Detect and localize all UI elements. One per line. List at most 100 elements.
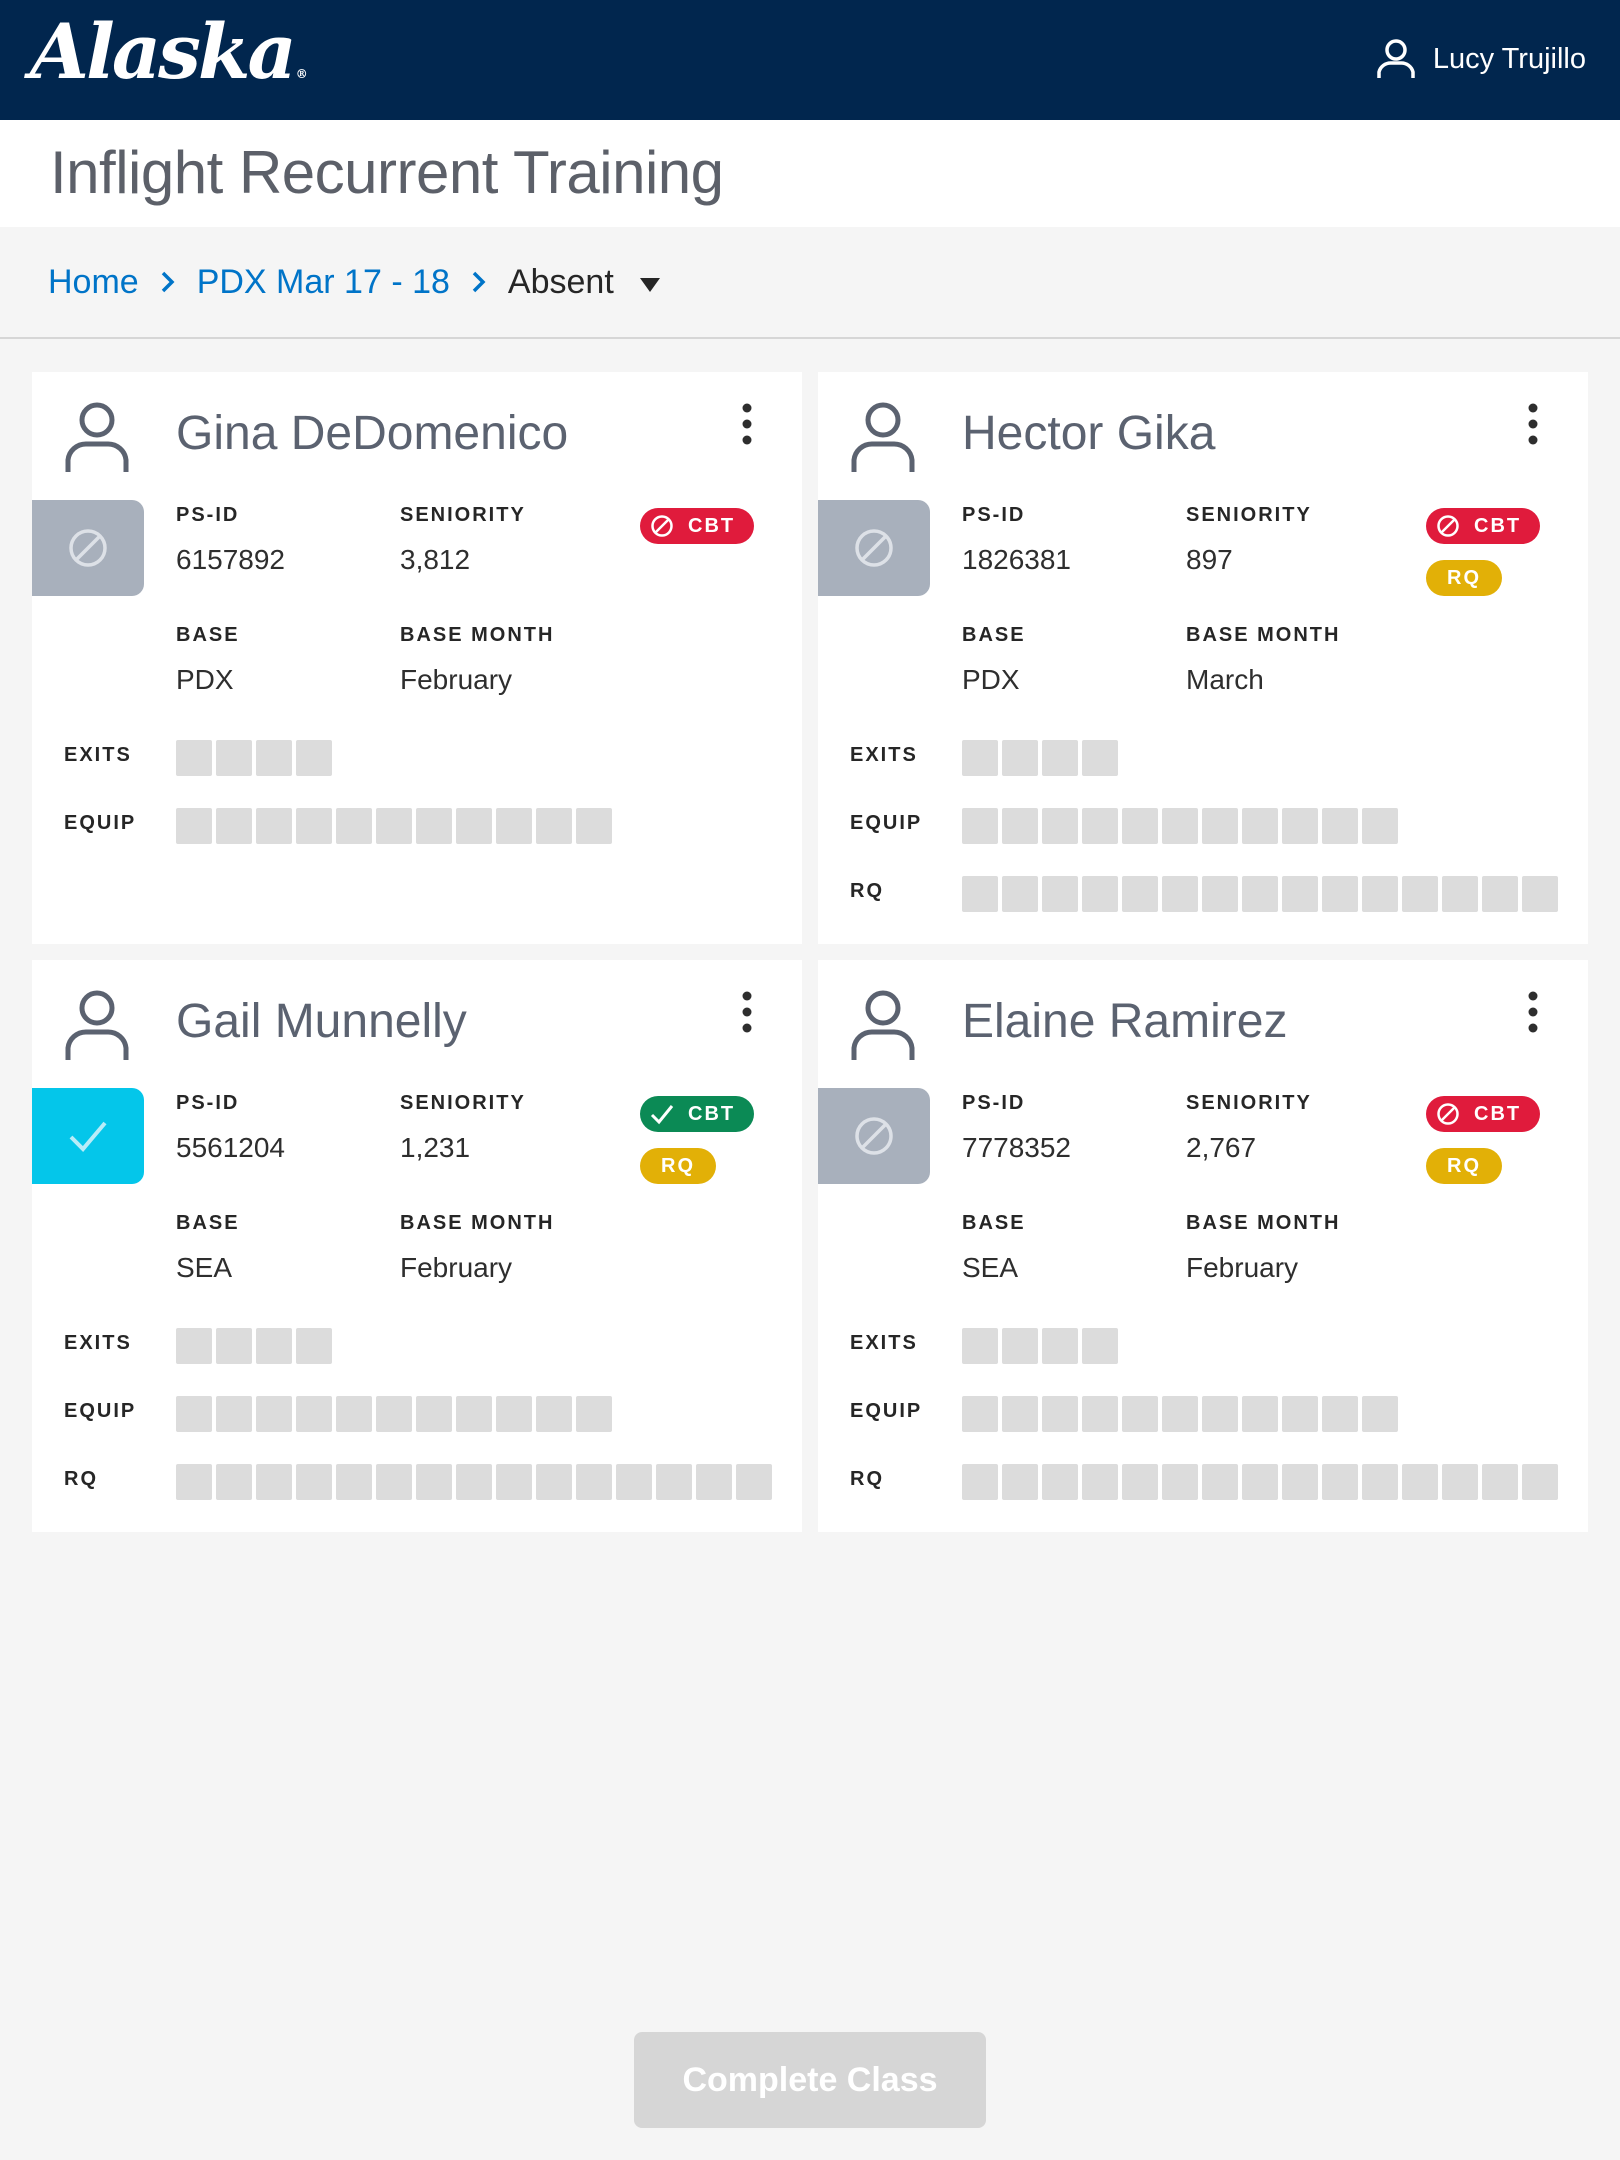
progress-block <box>536 1464 572 1500</box>
base-value: PDX <box>176 664 234 695</box>
trainee-card[interactable]: Hector Gika PS-ID 1826381 SENIORITY 897 BASE P… <box>818 372 1588 944</box>
progress-block <box>296 740 332 776</box>
rq-row-label: RQ <box>850 880 884 902</box>
progress-block <box>962 1464 998 1500</box>
base-month-label: BASE MONTH <box>400 1212 555 1234</box>
more-vertical-icon[interactable] <box>740 402 754 446</box>
progress-block <box>1522 876 1558 912</box>
progress-block <box>962 1396 998 1432</box>
more-vertical-icon[interactable] <box>1526 402 1540 446</box>
rq-progress <box>962 876 1562 912</box>
progress-block <box>296 1396 332 1432</box>
progress-block <box>176 1328 212 1364</box>
progress-block <box>1082 1328 1118 1364</box>
base-label: BASE <box>176 1212 240 1234</box>
progress-block <box>176 808 212 844</box>
progress-block <box>496 808 532 844</box>
progress-block <box>296 1464 332 1500</box>
person-icon <box>851 990 915 1060</box>
equip-progress <box>176 808 616 844</box>
attendance-filter-label: Absent <box>507 262 614 301</box>
progress-block <box>376 808 412 844</box>
exits-label: EXITS <box>850 744 918 766</box>
progress-block <box>536 1396 572 1432</box>
exits-progress <box>176 1328 336 1364</box>
seniority-label: SENIORITY <box>1186 1092 1312 1114</box>
progress-block <box>1202 808 1238 844</box>
more-vertical-icon[interactable] <box>1526 990 1540 1034</box>
progress-block <box>1042 1464 1078 1500</box>
progress-block <box>616 1464 652 1500</box>
progress-block <box>1162 876 1198 912</box>
cbt-badge-label: CBT <box>688 1102 736 1125</box>
base-value: SEA <box>962 1252 1019 1283</box>
rq-badge-label: RQ <box>661 1154 695 1177</box>
progress-block <box>1042 808 1078 844</box>
trainee-name: Gail Munnelly <box>176 995 467 1048</box>
trainee-card[interactable]: Gail Munnelly PS-ID 5561204 SENIORITY 1,231 B… <box>32 960 802 1532</box>
exits-label: EXITS <box>64 744 132 766</box>
absent-icon <box>855 529 893 567</box>
seniority-value: 2,767 <box>1186 1132 1257 1163</box>
progress-block <box>1042 876 1078 912</box>
progress-block <box>1202 876 1238 912</box>
progress-block <box>576 1464 612 1500</box>
attendance-toggle[interactable] <box>32 500 144 596</box>
progress-block <box>1002 876 1038 912</box>
attendance-toggle[interactable] <box>818 500 930 596</box>
progress-block <box>376 1396 412 1432</box>
attendance-toggle[interactable] <box>818 1088 930 1184</box>
progress-block <box>1442 1464 1478 1500</box>
trainee-card[interactable]: Gina DeDomenico PS-ID 6157892 SENIORITY 3,81… <box>32 372 802 944</box>
progress-block <box>1042 1328 1078 1364</box>
seniority-value: 1,231 <box>400 1132 471 1163</box>
progress-block <box>1162 1396 1198 1432</box>
alaska-logo[interactable]: Alaska ® <box>30 14 308 90</box>
user-menu[interactable]: Lucy Trujillo <box>1373 36 1586 82</box>
base-value: SEA <box>176 1252 233 1283</box>
exits-progress <box>962 1328 1122 1364</box>
progress-block <box>216 740 252 776</box>
trainee-card[interactable]: Elaine Ramirez PS-ID 7778352 SENIORITY 2,767… <box>818 960 1588 1532</box>
base-month-value: February <box>1186 1252 1299 1283</box>
ps-id-value: 5561204 <box>176 1132 286 1163</box>
progress-block <box>216 808 252 844</box>
exits-progress <box>962 740 1122 776</box>
complete-class-button[interactable]: Complete Class <box>634 2032 986 2128</box>
progress-block <box>456 1396 492 1432</box>
progress-block <box>1522 1464 1558 1500</box>
progress-block <box>1122 876 1158 912</box>
attendance-toggle[interactable] <box>32 1088 144 1184</box>
more-vertical-icon[interactable] <box>740 990 754 1034</box>
breadcrumb-home[interactable]: Home <box>48 263 139 302</box>
rq-badge-label: RQ <box>1447 566 1481 589</box>
equip-progress <box>176 1396 616 1432</box>
progress-block <box>576 1396 612 1432</box>
progress-block <box>176 1396 212 1432</box>
ps-id-label: PS-ID <box>962 504 1026 526</box>
equip-label: EQUIP <box>64 1400 137 1422</box>
equip-progress <box>962 808 1402 844</box>
progress-block <box>1322 1396 1358 1432</box>
attendance-filter-dropdown[interactable]: Absent <box>508 263 661 302</box>
prohibited-icon <box>1437 1103 1459 1125</box>
progress-block <box>176 1464 212 1500</box>
progress-block <box>216 1464 252 1500</box>
progress-block <box>1402 876 1438 912</box>
progress-block <box>416 808 452 844</box>
progress-block <box>456 808 492 844</box>
progress-block <box>416 1464 452 1500</box>
person-icon <box>851 402 915 472</box>
user-icon <box>1377 39 1415 78</box>
cbt-badge-label: CBT <box>1474 514 1522 537</box>
chevron-right-icon <box>468 267 490 297</box>
breadcrumb-class[interactable]: PDX Mar 17 - 18 <box>197 263 450 302</box>
progress-block <box>256 740 292 776</box>
ps-id-label: PS-ID <box>176 1092 240 1114</box>
page-title: Inflight Recurrent Training <box>50 139 724 206</box>
progress-block <box>1362 1396 1398 1432</box>
equip-label: EQUIP <box>850 812 923 834</box>
base-month-label: BASE MONTH <box>400 624 555 646</box>
cbt-badge: CBT <box>1426 1096 1540 1132</box>
progress-block <box>1082 808 1118 844</box>
